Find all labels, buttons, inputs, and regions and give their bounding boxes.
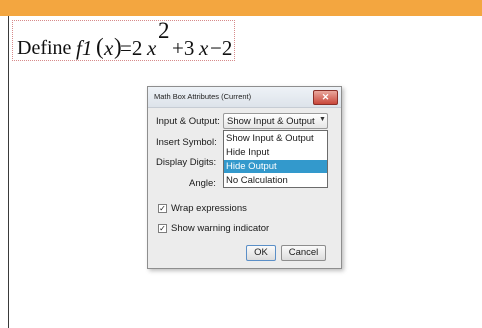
show-warning-label: Show warning indicator [171, 223, 270, 234]
input-output-select[interactable]: Show Input & Output ▼ [223, 113, 328, 129]
insert-symbol-label: Insert Symbol: [156, 137, 217, 148]
dropdown-option-show-input-output[interactable]: Show Input & Output [224, 132, 327, 145]
wrap-expressions-label: Wrap expressions [171, 203, 247, 214]
cancel-button[interactable]: Cancel [281, 245, 326, 261]
math-minus-term: −2 [210, 36, 233, 60]
document-top-bar [0, 0, 482, 16]
dropdown-option-hide-input[interactable]: Hide Input [224, 146, 327, 159]
math-box-attributes-dialog: Math Box Attributes (Current) ✕ Input & … [147, 86, 342, 269]
angle-label: Angle: [189, 178, 216, 189]
page-left-border [8, 16, 9, 328]
close-button[interactable]: ✕ [313, 90, 338, 105]
show-warning-checkbox[interactable]: ✓ [158, 224, 167, 233]
math-keyword: Define [17, 37, 72, 59]
input-output-dropdown-list: Show Input & Output Hide Input Hide Outp… [223, 130, 328, 188]
math-equals: =2 [120, 36, 143, 60]
math-exponent: 2 [158, 18, 170, 43]
math-plus-term: +3 [172, 36, 195, 60]
dialog-title: Math Box Attributes (Current) [154, 92, 252, 101]
dialog-titlebar[interactable]: Math Box Attributes (Current) ✕ [148, 87, 341, 108]
display-digits-label: Display Digits: [156, 157, 217, 168]
dropdown-option-hide-output[interactable]: Hide Output [224, 160, 327, 173]
math-function-name: f1 [76, 36, 93, 60]
input-output-value: Show Input & Output [227, 116, 315, 127]
ok-button[interactable]: OK [246, 245, 276, 261]
math-variable: x [147, 36, 157, 60]
math-paren-open: ( [96, 34, 104, 59]
math-variable: x [199, 36, 209, 60]
chevron-down-icon: ▼ [319, 116, 326, 123]
close-icon: ✕ [321, 92, 330, 102]
math-box[interactable]: Define f1 ( x ) =2 x 2 +3 x −2 [12, 18, 235, 61]
input-output-label: Input & Output: [156, 116, 220, 127]
dropdown-option-no-calculation[interactable]: No Calculation [224, 174, 327, 187]
wrap-expressions-checkbox[interactable]: ✓ [158, 204, 167, 213]
math-variable: x [104, 36, 114, 60]
